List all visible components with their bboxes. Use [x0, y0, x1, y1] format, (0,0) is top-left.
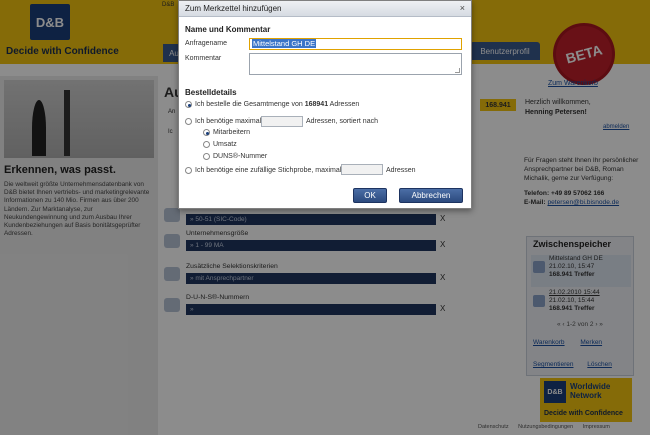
- label-request-name: Anfragename: [185, 40, 228, 47]
- radio-max[interactable]: [185, 118, 192, 125]
- ok-button[interactable]: OK: [353, 188, 387, 203]
- radio-sort-duns[interactable]: [203, 153, 210, 160]
- close-icon[interactable]: ×: [460, 3, 465, 13]
- sort-duns-label: DUNS®-Nummer: [213, 153, 268, 160]
- add-to-notepad-dialog: Zum Merkzettel hinzufügen × Name und Kom…: [178, 0, 472, 209]
- dialog-title: Zum Merkzettel hinzufügen: [185, 4, 282, 13]
- option-total-text: Ich bestelle die Gesamtmenge von 168941 …: [195, 101, 359, 108]
- resize-grip-icon[interactable]: [455, 68, 460, 73]
- option-total-count: 168941: [304, 101, 329, 108]
- radio-total[interactable]: [185, 101, 192, 108]
- option-total-prefix: Ich bestelle die Gesamtmenge von: [195, 101, 305, 108]
- sort-revenue-label: Umsatz: [213, 141, 237, 148]
- max-addresses-input[interactable]: [261, 116, 303, 127]
- radio-sort-revenue[interactable]: [203, 141, 210, 148]
- cancel-button[interactable]: Abbrechen: [399, 188, 463, 203]
- radio-sort-employees[interactable]: [203, 129, 210, 136]
- sort-employees-label: Mitarbeitern: [213, 129, 250, 136]
- request-name-input[interactable]: Mittelstand GH DE: [249, 38, 462, 50]
- section-name-comment: Name und Kommentar: [185, 25, 271, 34]
- sample-max-input[interactable]: [341, 164, 383, 175]
- request-name-value: Mittelstand GH DE: [252, 39, 317, 48]
- label-comment: Kommentar: [185, 55, 222, 62]
- radio-sample[interactable]: [185, 167, 192, 174]
- dialog-titlebar[interactable]: Zum Merkzettel hinzufügen ×: [179, 1, 471, 17]
- comment-textarea[interactable]: [249, 53, 462, 75]
- option-max-suffix: Adressen, sortiert nach: [306, 118, 378, 125]
- option-max-prefix: Ich benötige maximal: [195, 118, 262, 125]
- option-sample-suffix: Adressen: [386, 167, 416, 174]
- option-total-suffix: Adressen: [328, 101, 360, 108]
- option-sample-prefix: Ich benötige eine zufällige Stichprobe, …: [195, 167, 342, 174]
- section-order-details: Bestelldetails: [185, 88, 237, 97]
